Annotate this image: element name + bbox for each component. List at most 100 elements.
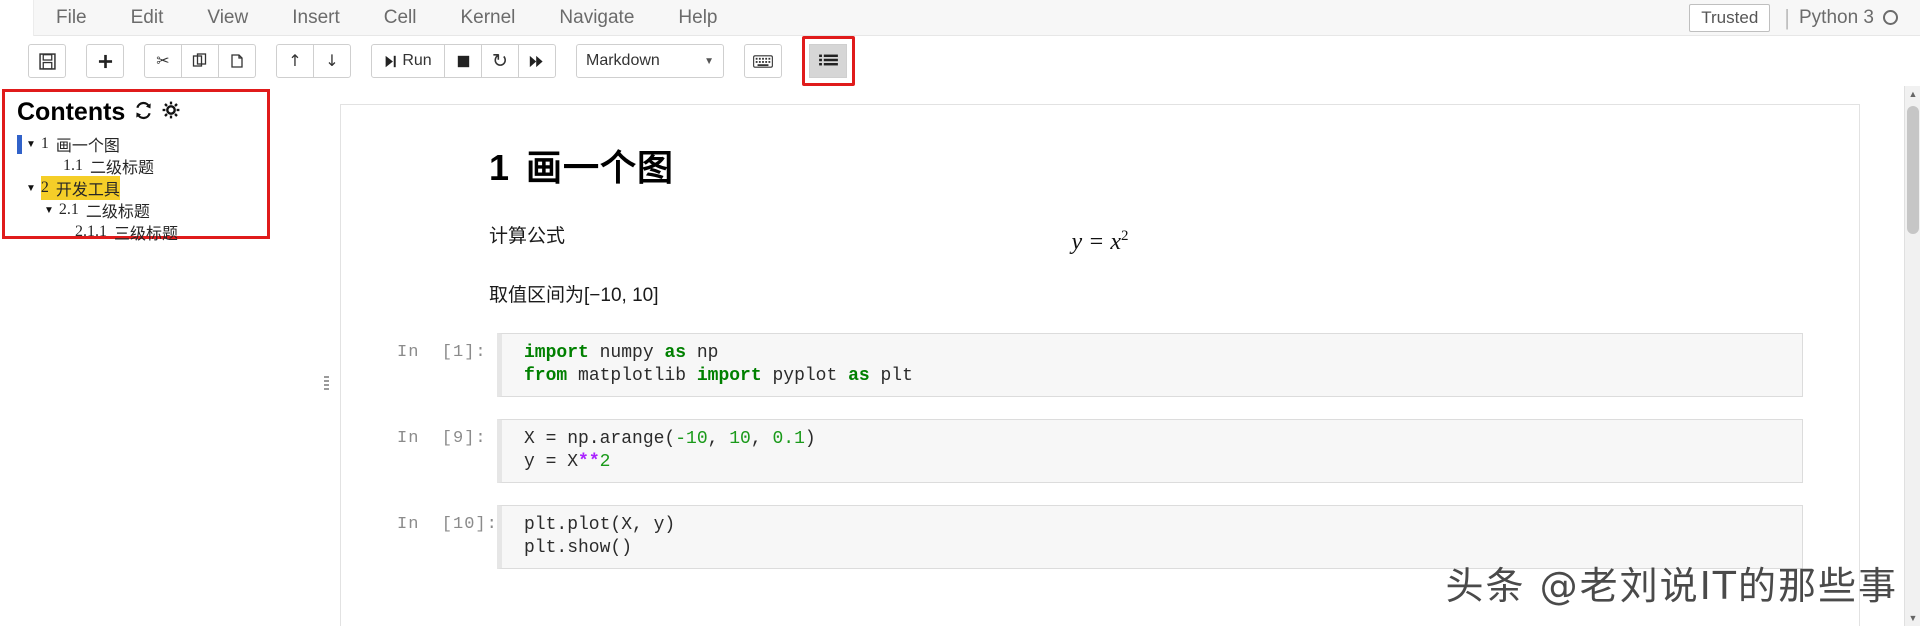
menu-item-insert[interactable]: Insert xyxy=(270,0,362,36)
paste-icon xyxy=(231,54,243,68)
code-token: -10 xyxy=(675,429,708,449)
code-token: as xyxy=(664,343,697,363)
run-icon xyxy=(385,55,397,67)
scissors-icon: ✂ xyxy=(156,51,170,70)
splitter-grip-icon xyxy=(324,376,329,392)
heading-number: 1 xyxy=(489,147,511,188)
code-token: 10 xyxy=(729,429,751,449)
run-button-label: Run xyxy=(402,52,432,69)
code-line: X = np.arange(-10, 10, 0.1) xyxy=(524,428,1802,451)
plus-icon xyxy=(98,54,112,68)
notebook-page: 1 画一个图 计算公式 y = x2 取值区间为[−10, 10] In [1]:… xyxy=(340,104,1860,626)
toc-item-label: 开发工具 xyxy=(55,182,120,199)
code-token: plt.plot(X, y) xyxy=(524,515,676,535)
sidebar: Contents ▼ 1 画一个图 1.1 二级标题 ▼ 2 开发工具 ▼ 2.… xyxy=(0,86,318,626)
scroll-down-arrow-icon[interactable]: ▼ xyxy=(1905,610,1920,626)
scrollbar-thumb[interactable] xyxy=(1907,106,1919,234)
code-line: y = X**2 xyxy=(524,451,1802,474)
cell-type-select[interactable]: Markdown ▼ xyxy=(576,44,724,78)
kernel-separator: | xyxy=(1784,4,1790,30)
code-token: y = X xyxy=(524,452,579,472)
code-token: 0.1 xyxy=(772,429,805,449)
interrupt-kernel-button[interactable] xyxy=(444,44,482,78)
command-palette-button[interactable] xyxy=(744,44,782,78)
math-formula: y = x2 xyxy=(397,228,1803,256)
chevron-down-icon[interactable]: ▼ xyxy=(26,139,36,150)
toc-item-highlighted: 2 开发工具 xyxy=(40,176,120,200)
code-token: ** xyxy=(578,452,600,472)
menu-item-cell[interactable]: Cell xyxy=(362,0,439,36)
scroll-up-arrow-icon[interactable]: ▲ xyxy=(1905,86,1920,102)
notebook-container: 1 画一个图 计算公式 y = x2 取值区间为[−10, 10] In [1]:… xyxy=(336,86,1920,626)
code-token: X = np.arange( xyxy=(524,429,676,449)
code-token: numpy xyxy=(599,343,665,363)
toc-item-number: 2.1 xyxy=(58,201,79,218)
menu-item-view[interactable]: View xyxy=(185,0,270,36)
code-cell[interactable]: In [1]: import numpy as np from matplotlib… xyxy=(397,333,1803,397)
toc-item-2-1-1[interactable]: 2.1.1 三级标题 xyxy=(17,221,267,243)
heading-text: 画一个图 xyxy=(526,147,675,188)
restart-and-run-all-button[interactable] xyxy=(518,44,556,78)
menu-item-kernel[interactable]: Kernel xyxy=(438,0,537,36)
code-token: import xyxy=(524,343,600,363)
code-line: plt.plot(X, y) xyxy=(524,514,1802,537)
copy-button[interactable] xyxy=(181,44,219,78)
table-of-contents-panel: Contents ▼ 1 画一个图 1.1 二级标题 ▼ 2 开发工具 ▼ 2.… xyxy=(2,89,270,243)
toc-header: Contents xyxy=(17,98,267,127)
code-token: , xyxy=(750,429,773,449)
toolbar-group-clipboard: ✂ xyxy=(144,44,256,78)
toc-item-number: 1 xyxy=(40,135,49,152)
menu-item-help[interactable]: Help xyxy=(656,0,739,36)
chevron-down-icon[interactable]: ▼ xyxy=(44,205,54,216)
gear-icon[interactable] xyxy=(162,101,180,124)
menu-item-navigate[interactable]: Navigate xyxy=(537,0,656,36)
menu-item-file[interactable]: File xyxy=(34,0,109,36)
toc-item-1[interactable]: ▼ 1 画一个图 xyxy=(17,133,267,155)
floppy-disk-icon xyxy=(38,52,56,70)
kernel-indicator[interactable]: | Python 3 xyxy=(1784,5,1898,31)
toc-item-2[interactable]: ▼ 2 开发工具 xyxy=(17,176,267,200)
vertical-scrollbar[interactable]: ▲ ▼ xyxy=(1904,86,1920,626)
toc-item-number: 2 xyxy=(40,179,49,196)
code-token: as xyxy=(848,366,881,386)
cell-type-value: Markdown xyxy=(586,52,660,69)
toc-title-label: Contents xyxy=(17,98,126,126)
run-button[interactable]: Run xyxy=(371,44,445,78)
toc-item-2-1[interactable]: ▼ 2.1 二级标题 xyxy=(17,199,267,221)
code-token: from xyxy=(524,366,579,386)
trusted-badge[interactable]: Trusted xyxy=(1689,3,1771,32)
menu-bar-left-gap xyxy=(0,0,34,36)
toc-item-1-1[interactable]: 1.1 二级标题 xyxy=(17,155,267,177)
watermark-text: 头条 @老刘说IT的那些事 xyxy=(1445,564,1898,608)
toolbar-group-keyboard xyxy=(744,44,782,78)
cut-button[interactable]: ✂ xyxy=(144,44,182,78)
cell-prompt: In [1]: xyxy=(397,343,487,362)
table-of-contents-toggle-button[interactable] xyxy=(809,44,847,78)
sidebar-splitter[interactable] xyxy=(318,86,336,626)
move-cell-up-button[interactable]: ↑ xyxy=(276,44,314,78)
kernel-name: Python 3 xyxy=(1799,6,1874,28)
code-token: plt.show() xyxy=(524,538,633,558)
menu-bar: File Edit View Insert Cell Kernel Naviga… xyxy=(0,0,1920,36)
code-token: ) xyxy=(804,429,816,449)
toolbar-group-insert xyxy=(86,44,124,78)
code-cell[interactable]: In [9]: X = np.arange(-10, 10, 0.1) y = X*… xyxy=(397,419,1803,483)
paste-button[interactable] xyxy=(218,44,256,78)
code-token: 2 xyxy=(599,452,611,472)
paragraph-range[interactable]: 取值区间为[−10, 10] xyxy=(489,280,1803,307)
move-cell-down-button[interactable]: ↓ xyxy=(313,44,351,78)
refresh-arrows-icon xyxy=(136,101,152,119)
cell-input-area[interactable]: X = np.arange(-10, 10, 0.1) y = X**2 xyxy=(497,419,1803,483)
cell-input-area[interactable]: import numpy as np from matplotlib import… xyxy=(497,333,1803,397)
save-button[interactable] xyxy=(28,44,66,78)
restart-kernel-button[interactable]: ↻ xyxy=(481,44,519,78)
toc-item-label: 二级标题 xyxy=(85,204,150,221)
notebook-heading-1[interactable]: 1 画一个图 xyxy=(489,139,1803,191)
code-line: from matplotlib import pyplot as plt xyxy=(524,365,1802,388)
menu-item-edit[interactable]: Edit xyxy=(109,0,186,36)
insert-cell-below-button[interactable] xyxy=(86,44,124,78)
chevron-down-icon[interactable]: ▼ xyxy=(26,183,36,194)
cell-prompt: In [10]: xyxy=(397,515,498,534)
table-of-contents-icon xyxy=(818,54,838,65)
refresh-icon[interactable] xyxy=(134,101,153,125)
